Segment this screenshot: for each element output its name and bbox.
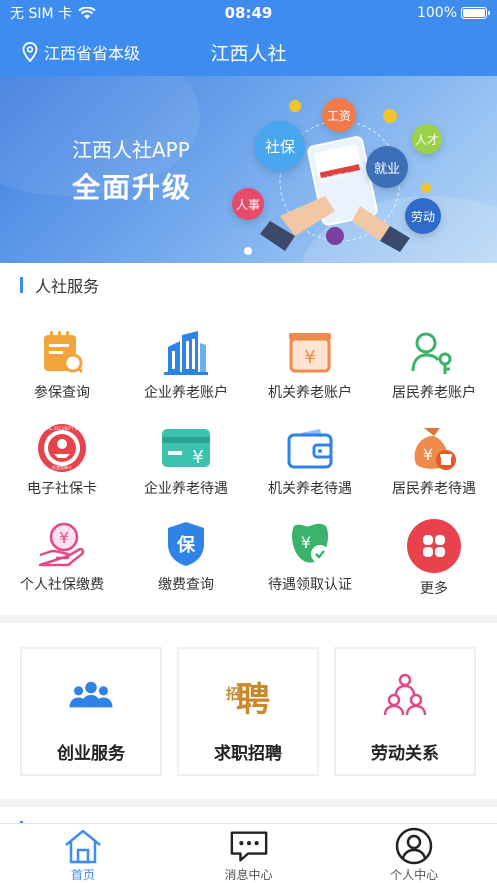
service-label: 电子社保卡: [27, 481, 97, 497]
service-label: 更多: [420, 581, 448, 597]
benefit-certification-icon: ¥: [282, 518, 338, 570]
service-label: 待遇领取认证: [268, 577, 352, 593]
service-label: 缴费查询: [158, 577, 214, 593]
status-left: 无 SIM 卡: [10, 3, 96, 23]
profile-icon: [394, 827, 434, 865]
service-label: 居民养老待遇: [392, 481, 476, 497]
promo-banner[interactable]: 江西人社APP 全面升级 社会保障卡 社保 工资 人才 就业 人事 劳动: [0, 76, 497, 263]
service-personal-payment[interactable]: ¥ 个人社保缴费: [0, 498, 124, 594]
service-enterprise-pension-account[interactable]: 企业养老账户: [124, 306, 248, 402]
bubble-laodong: 劳动: [405, 198, 441, 234]
services-grid: 参保查询 企业养老账户 ¥ 机关养老账户 居民养老账户 SOCIAL SECUR…: [0, 306, 497, 615]
enterprise-pension-benefit-icon: ¥: [158, 422, 214, 474]
shield-badge-text: 保: [176, 534, 196, 556]
status-bar: 无 SIM 卡 08:49 100%: [0, 0, 497, 26]
location-pin-icon: [22, 42, 38, 62]
svg-text:¥: ¥: [423, 445, 433, 464]
banner-headline: 全面升级: [72, 171, 193, 204]
service-label: 机关养老账户: [268, 385, 352, 401]
service-label: 个人社保缴费: [20, 577, 104, 593]
tab-label: 首页: [70, 868, 95, 882]
carrier-label: 无 SIM 卡: [10, 6, 72, 22]
bottom-tab-bar: 首页 消息中心 个人中心: [0, 823, 497, 883]
service-label: 机关养老待遇: [268, 481, 352, 497]
card-entrepreneurship[interactable]: 创业服务: [20, 647, 162, 776]
service-label: 企业养老账户: [144, 385, 228, 401]
service-resident-pension-benefit[interactable]: ¥ 居民养老待遇: [372, 402, 496, 498]
service-government-pension-benefit[interactable]: 机关养老待遇: [248, 402, 372, 498]
services-section-header: 人社服务: [0, 263, 497, 307]
svg-text:¥: ¥: [301, 533, 311, 552]
status-right: 100%: [416, 5, 490, 21]
tab-home[interactable]: 首页: [0, 824, 166, 883]
svg-text:¥: ¥: [59, 529, 69, 547]
service-payment-query[interactable]: 保 缴费查询: [124, 498, 248, 594]
tab-profile[interactable]: 个人中心: [331, 824, 497, 883]
bubble-jiuye: 就业: [366, 146, 408, 188]
e-social-security-card-icon: SOCIAL SECURITY CARD 社会保障卡: [34, 422, 90, 474]
card-seal-text: 社会保障卡: [52, 464, 72, 470]
service-benefit-certification[interactable]: ¥ 待遇领取认证: [248, 498, 372, 594]
card-ring-text: SOCIAL SECURITY CARD: [38, 426, 86, 431]
feature-cards: 创业服务 招 聘 求职招聘 劳动关系: [0, 623, 497, 799]
service-government-pension-account[interactable]: ¥ 机关养老账户: [248, 306, 372, 402]
more-icon: [406, 518, 462, 574]
labor-relations-icon: [381, 671, 429, 719]
service-e-social-security-card[interactable]: SOCIAL SECURITY CARD 社会保障卡 电子社保卡: [0, 402, 124, 498]
recruit-icon: 招 聘: [224, 671, 272, 719]
location-selector[interactable]: 江西省省本级: [22, 40, 140, 64]
tab-label: 个人中心: [390, 868, 439, 882]
service-resident-pension-account[interactable]: 居民养老账户: [372, 306, 496, 402]
service-label: 居民养老账户: [392, 385, 476, 401]
status-time: 08:49: [224, 4, 273, 22]
personal-payment-icon: ¥: [34, 518, 90, 570]
section-title: 人社服务: [35, 276, 100, 296]
government-pension-benefit-icon: [282, 422, 338, 474]
svg-text:¥: ¥: [192, 447, 203, 468]
resident-pension-benefit-icon: ¥: [406, 422, 462, 474]
insurance-query-icon: [34, 326, 90, 378]
section-accent-bar: [20, 276, 23, 293]
bubble-renshi: 人事: [232, 188, 264, 220]
tab-label: 消息中心: [224, 868, 273, 882]
card-label: 创业服务: [57, 744, 125, 764]
banner-subtitle: 江西人社APP: [72, 138, 190, 162]
tab-messages[interactable]: 消息中心: [166, 824, 332, 883]
payment-query-icon: 保: [158, 518, 214, 570]
nav-bar: 江西省省本级 江西人社: [0, 26, 497, 76]
service-enterprise-pension-benefit[interactable]: ¥ 企业养老待遇: [124, 402, 248, 498]
enterprise-pension-account-icon: [158, 326, 214, 378]
bubble-shebao: 社保: [255, 121, 305, 171]
carousel-indicator[interactable]: [244, 247, 252, 255]
bubble-gongzi: 工资: [322, 98, 356, 132]
card-label: 求职招聘: [214, 744, 282, 764]
resident-pension-account-icon: [406, 326, 462, 378]
location-label: 江西省省本级: [44, 44, 141, 63]
wifi-icon: [78, 6, 96, 19]
svg-text:¥: ¥: [304, 347, 315, 368]
battery-percent: 100%: [416, 5, 457, 21]
recruit-glyph-large: 聘: [236, 680, 270, 717]
service-insurance-query[interactable]: 参保查询: [0, 306, 124, 402]
home-icon: [63, 828, 103, 864]
card-label: 劳动关系: [371, 744, 439, 764]
card-labor-relations[interactable]: 劳动关系: [334, 647, 476, 776]
battery-icon: [461, 7, 490, 19]
message-icon: [229, 828, 269, 864]
service-label: 参保查询: [34, 385, 90, 401]
government-pension-account-icon: ¥: [282, 326, 338, 378]
bubble-rencai: 人才: [412, 124, 442, 154]
service-label: 企业养老待遇: [144, 481, 228, 497]
battery-level: [463, 9, 485, 17]
service-more[interactable]: 更多: [372, 498, 496, 597]
card-job-recruitment[interactable]: 招 聘 求职招聘: [177, 647, 319, 776]
people-group-icon: [67, 671, 115, 719]
